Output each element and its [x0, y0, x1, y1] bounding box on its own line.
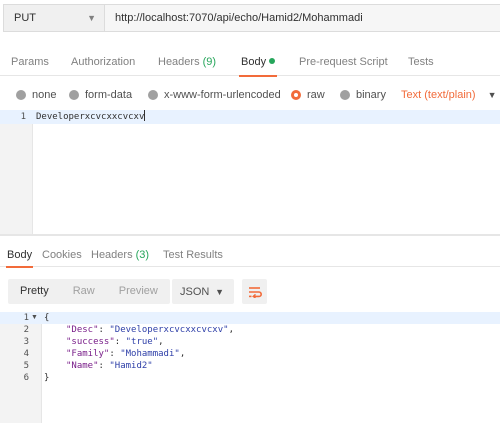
chevron-down-icon: ▼	[487, 90, 497, 100]
response-headers-count: (3)	[135, 249, 150, 261]
tab-body-label: Body	[241, 56, 267, 68]
radio-none-label: none	[32, 89, 57, 101]
json-separator: :	[109, 349, 121, 359]
tab-params[interactable]: Params	[11, 48, 49, 76]
json-key: "Desc"	[66, 325, 99, 335]
line-number: 2	[23, 325, 29, 335]
radio-circle-icon	[340, 90, 350, 100]
wrap-lines-button[interactable]	[242, 279, 267, 304]
active-line: 1 Developerxcvcxxcvcxv	[0, 110, 500, 124]
content-type-label: Text (text/plain)	[401, 89, 476, 101]
json-comma: ,	[228, 325, 234, 335]
radio-binary-label: binary	[356, 89, 386, 101]
tab-authorization[interactable]: Authorization	[71, 48, 135, 76]
radio-circle-icon	[16, 90, 26, 100]
method-select[interactable]: PUT ▼	[3, 4, 104, 32]
code-line: 3 "success": "true",	[0, 336, 500, 348]
code-text: "Family": "Mohammadi",	[66, 348, 185, 360]
fold-arrow-icon[interactable]: ▼	[31, 312, 38, 324]
tab-headers[interactable]: Headers (9)	[158, 48, 216, 76]
radio-binary[interactable]: binary	[340, 84, 386, 106]
method-label: PUT	[14, 12, 36, 24]
chevron-down-icon: ▼	[87, 13, 96, 23]
code-line: 2 "Desc": "Developerxcvcxxcvcxv",	[0, 324, 500, 336]
tab-response-body[interactable]: Body	[5, 243, 34, 268]
modified-dot-icon	[269, 58, 276, 64]
chevron-down-icon: ▼	[215, 286, 224, 297]
raw-button[interactable]: Raw	[61, 279, 107, 304]
content-type-dropdown[interactable]: Text (text/plain) ▼	[401, 84, 497, 106]
radio-selected-icon	[291, 90, 301, 100]
url-bar: PUT ▼ http://localhost:7070/api/echo/Ham…	[3, 4, 500, 32]
tab-body[interactable]: Body	[238, 48, 278, 77]
code-text: "Name": "Hamid2"	[66, 360, 153, 372]
tab-cookies[interactable]: Cookies	[42, 243, 82, 267]
code-line: 1 ▼ {	[0, 312, 500, 324]
pretty-button[interactable]: Pretty	[8, 279, 61, 304]
view-mode-group: Pretty Raw Preview	[8, 279, 170, 304]
json-key: "Family"	[66, 349, 110, 359]
request-tabs: Params Authorization Headers (9) Body Pr…	[0, 48, 500, 77]
json-value: "Mohammadi"	[120, 349, 180, 359]
line-number: 1	[20, 112, 26, 122]
tab-tests[interactable]: Tests	[408, 48, 434, 76]
line-number: 1	[23, 313, 29, 323]
json-separator: :	[98, 361, 110, 371]
json-separator: :	[98, 325, 110, 335]
radio-none[interactable]: none	[16, 84, 56, 106]
radio-circle-icon	[69, 90, 79, 100]
json-value: "true"	[125, 337, 159, 347]
wrap-lines-icon	[248, 286, 262, 298]
tab-response-headers-label: Headers	[91, 249, 133, 261]
tab-test-results[interactable]: Test Results	[163, 243, 223, 267]
json-key: "Name"	[66, 361, 99, 371]
json-separator: :	[114, 337, 126, 347]
tab-pre-request-script[interactable]: Pre-request Script	[299, 48, 388, 76]
text-cursor	[144, 110, 146, 121]
request-body-text: Developerxcvcxxcvcxv	[36, 110, 146, 124]
json-comma: ,	[158, 337, 164, 347]
line-number: 6	[23, 373, 29, 383]
code-text: "success": "true",	[66, 336, 164, 348]
radio-raw[interactable]: raw	[291, 84, 325, 106]
request-body-value: Developerxcvcxxcvcxv	[36, 112, 145, 122]
radio-form-data-label: form-data	[85, 89, 133, 101]
code-text: }	[44, 373, 50, 383]
line-gutter	[0, 110, 33, 234]
code-line: 6 }	[0, 372, 500, 384]
radio-urlencoded-label: x-www-form-urlencoded	[164, 89, 281, 101]
line-number: 4	[23, 349, 29, 359]
format-label: JSON	[180, 285, 210, 298]
preview-button[interactable]: Preview	[107, 279, 170, 304]
code-line: 5 "Name": "Hamid2"	[0, 360, 500, 372]
code-line: 4 "Family": "Mohammadi",	[0, 348, 500, 360]
line-number: 5	[23, 361, 29, 371]
url-input[interactable]: http://localhost:7070/api/echo/Hamid2/Mo…	[104, 4, 500, 32]
json-key: "success"	[66, 337, 115, 347]
request-body-editor[interactable]: 1 Developerxcvcxxcvcxv	[0, 110, 500, 234]
line-number: 3	[23, 337, 29, 347]
code-text: "Desc": "Developerxcvcxxcvcxv",	[66, 324, 234, 336]
radio-circle-icon	[148, 90, 158, 100]
pane-splitter[interactable]	[0, 234, 500, 236]
response-tabs: Body Cookies Headers (3) Test Results	[0, 243, 500, 268]
json-comma: ,	[179, 349, 186, 359]
format-dropdown[interactable]: JSON ▼	[172, 279, 234, 304]
code-text: {	[44, 313, 50, 323]
json-value: "Developerxcvcxxcvcxv"	[109, 325, 229, 335]
radio-urlencoded[interactable]: x-www-form-urlencoded	[148, 84, 281, 106]
tab-response-headers[interactable]: Headers (3)	[91, 243, 149, 267]
json-value: "Hamid2"	[109, 361, 153, 371]
radio-raw-label: raw	[307, 89, 325, 101]
headers-count: (9)	[202, 56, 217, 68]
radio-form-data[interactable]: form-data	[69, 84, 132, 106]
response-body-viewer[interactable]: 1 ▼ { 2 "Desc": "Developerxcvcxxcvcxv", …	[0, 312, 500, 423]
tab-headers-label: Headers	[158, 56, 200, 68]
